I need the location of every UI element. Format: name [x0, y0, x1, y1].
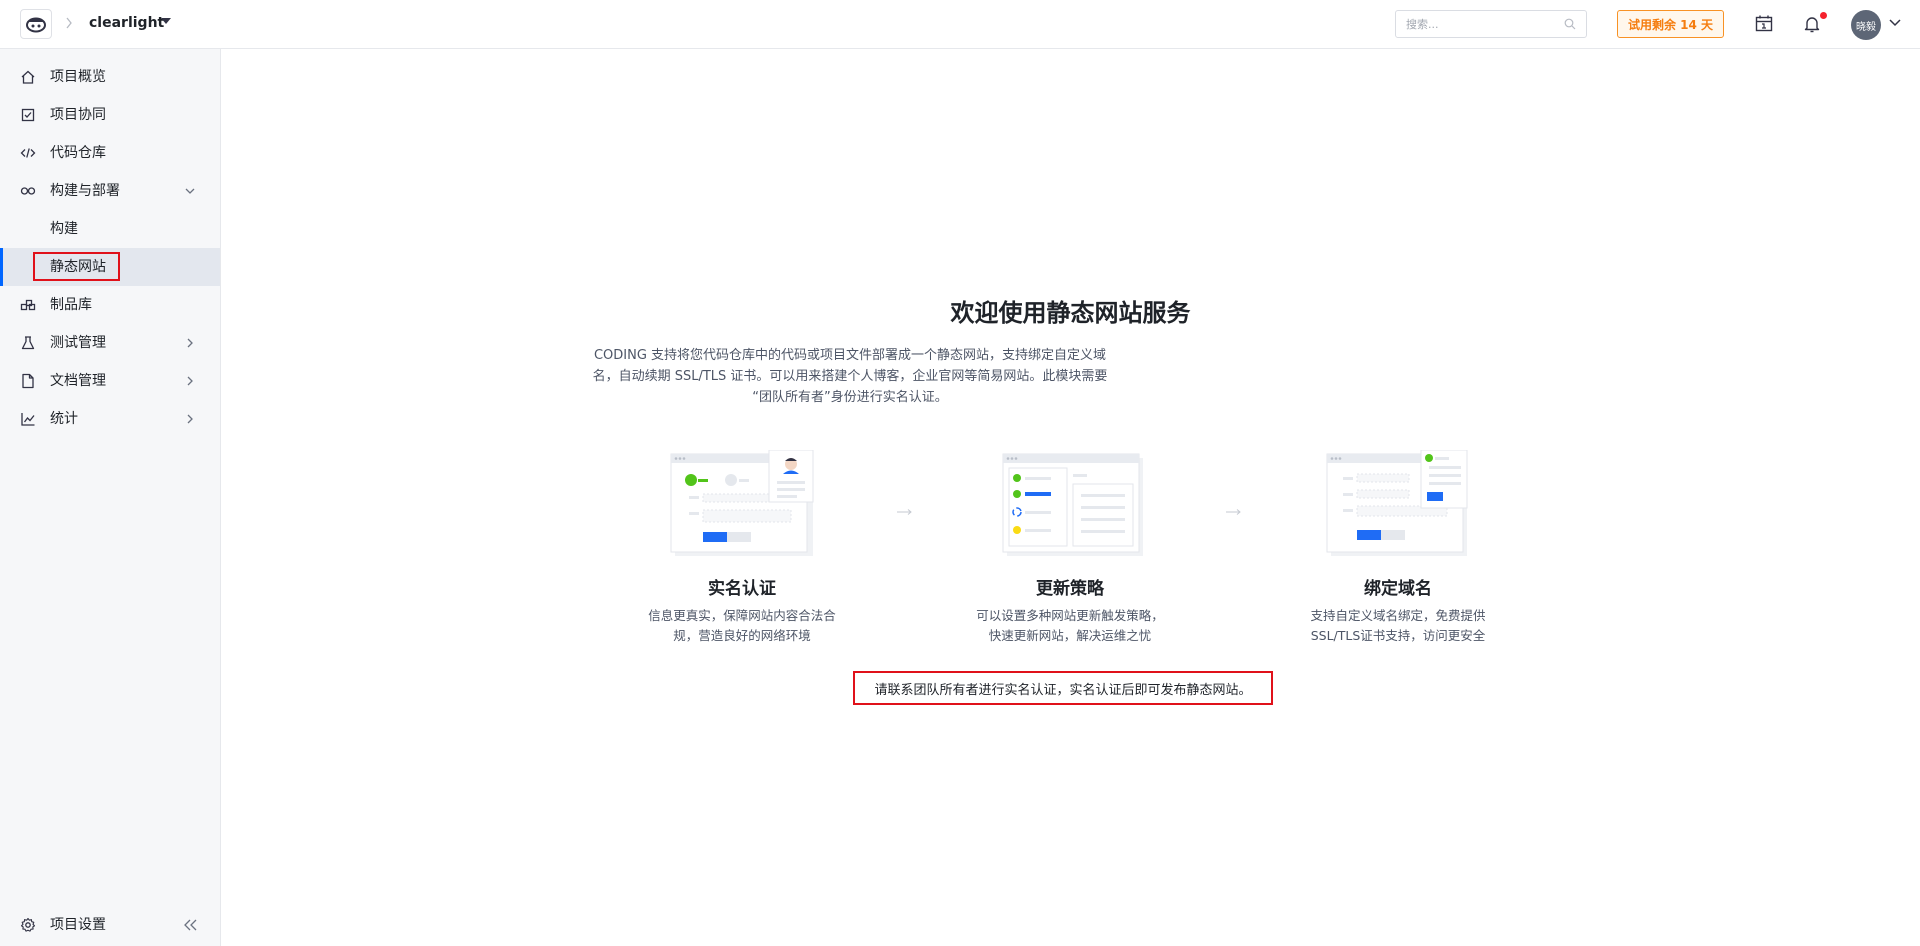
feature-desc-line: 快速更新网站，解决运维之忧 — [988, 628, 1152, 643]
coding-logo-icon — [26, 17, 46, 33]
project-name[interactable]: clearlight — [89, 13, 164, 33]
sidebar-item-overview[interactable]: 项目概览 — [0, 58, 220, 96]
checkbox-icon — [21, 108, 35, 122]
feature-desc-line: SSL/TLS证书支持，访问更安全 — [1310, 628, 1486, 643]
bind-domain-illustration — [1325, 449, 1471, 560]
gear-icon — [20, 917, 36, 932]
sidebar-item-label: 测试管理 — [50, 335, 106, 351]
sidebar-item-artifacts[interactable]: 制品库 — [0, 286, 220, 324]
sidebar-item-build-deploy[interactable]: 构建与部署 — [0, 172, 220, 210]
home-icon — [21, 70, 35, 84]
verification-notice: 请联系团队所有者进行实名认证，实名认证后即可发布静态网站。 — [853, 671, 1273, 705]
code-icon — [20, 148, 36, 158]
domain-form-illustration-icon — [1326, 449, 1468, 556]
collapse-sidebar-icon[interactable] — [184, 919, 198, 931]
infinity-icon — [20, 187, 36, 195]
sidebar-item-label: 构建与部署 — [50, 183, 120, 199]
page-title: 欢迎使用静态网站服务 — [950, 299, 1191, 327]
feature-description: 支持自定义域名绑定，免费提供 SSL/TLS证书支持，访问更安全 — [1288, 606, 1508, 646]
feature-desc-line: 支持自定义域名绑定，免费提供 — [1310, 608, 1486, 623]
arrow-right-icon — [1226, 509, 1241, 515]
chevron-right-icon — [187, 414, 193, 424]
caret-down-icon[interactable] — [161, 18, 171, 24]
id-card-illustration-icon — [670, 449, 814, 556]
feature-desc-line: 规，营造良好的网络环境 — [673, 628, 811, 643]
sidebar-item-statistics[interactable]: 统计 — [0, 400, 220, 438]
sidebar-item-docs[interactable]: 文档管理 — [0, 362, 220, 400]
chevron-right-icon — [187, 338, 193, 348]
chevron-down-icon — [185, 188, 195, 194]
flask-icon — [21, 336, 35, 350]
sidebar-item-code-repo[interactable]: 代码仓库 — [0, 134, 220, 172]
update-strategy-illustration — [997, 450, 1143, 560]
sidebar-item-label: 代码仓库 — [50, 145, 106, 161]
sidebar-item-label: 项目设置 — [50, 917, 106, 933]
feature-title: 实名认证 — [708, 579, 776, 599]
feature-real-name: 实名认证 信息更真实，保障网站内容合法合 规，营造良好的网络环境 — [632, 449, 852, 646]
intro-text: CODING 支持将您代码仓库中的代码或项目文件部署成一个静态网站，支持绑定自定… — [570, 345, 1130, 408]
sidebar-item-testing[interactable]: 测试管理 — [0, 324, 220, 362]
arrow-right-icon — [897, 509, 912, 515]
sidebar-item-label: 制品库 — [50, 297, 92, 313]
sidebar-item-label: 构建 — [50, 221, 78, 237]
feature-bind-domain: 绑定域名 支持自定义域名绑定，免费提供 SSL/TLS证书支持，访问更安全 — [1288, 449, 1508, 646]
coding-logo[interactable] — [20, 9, 52, 39]
feature-title: 更新策略 — [1036, 579, 1104, 599]
sidebar-item-collaboration[interactable]: 项目协同 — [0, 96, 220, 134]
checklist-illustration-icon — [1002, 453, 1143, 556]
intro-line: CODING 支持将您代码仓库中的代码或项目文件部署成一个静态网站，支持绑定自定… — [593, 348, 1107, 363]
feature-title: 绑定域名 — [1364, 579, 1432, 599]
intro-line: 名，自动续期 SSL/TLS 证书。可以用来搭建个人博客，企业官网等简易网站。此… — [592, 369, 1108, 384]
sidebar: 项目概览 项目协同 代码仓库 构建与部署 构建 静态网站 制品库 测试管理 文档… — [0, 49, 221, 946]
feature-description: 可以设置多种网站更新触发策略， 快速更新网站，解决运维之忧 — [960, 606, 1180, 646]
intro-line: “团队所有者”身份进行实名认证。 — [752, 390, 948, 405]
breadcrumb-separator-icon — [66, 17, 72, 29]
chevron-right-icon — [187, 376, 193, 386]
sidebar-item-project-settings[interactable]: 项目设置 — [0, 906, 220, 944]
document-icon — [22, 373, 34, 389]
chart-icon — [21, 413, 35, 426]
sidebar-item-label: 项目概览 — [50, 69, 106, 85]
feature-desc-line: 信息更真实，保障网站内容合法合 — [648, 608, 836, 623]
highlight-box — [33, 252, 120, 281]
sidebar-item-label: 统计 — [50, 411, 78, 427]
feature-update-strategy: 更新策略 可以设置多种网站更新触发策略， 快速更新网站，解决运维之忧 — [960, 450, 1180, 646]
feature-description: 信息更真实，保障网站内容合法合 规，营造良好的网络环境 — [632, 606, 852, 646]
sidebar-subitem-static-website[interactable]: 静态网站 — [0, 248, 220, 286]
sidebar-item-label: 文档管理 — [50, 373, 106, 389]
sidebar-subitem-build[interactable]: 构建 — [0, 210, 220, 248]
feature-desc-line: 可以设置多种网站更新触发策略， — [976, 608, 1164, 623]
sidebar-item-label: 项目协同 — [50, 107, 106, 123]
real-name-illustration — [669, 449, 815, 560]
package-icon — [20, 299, 36, 311]
